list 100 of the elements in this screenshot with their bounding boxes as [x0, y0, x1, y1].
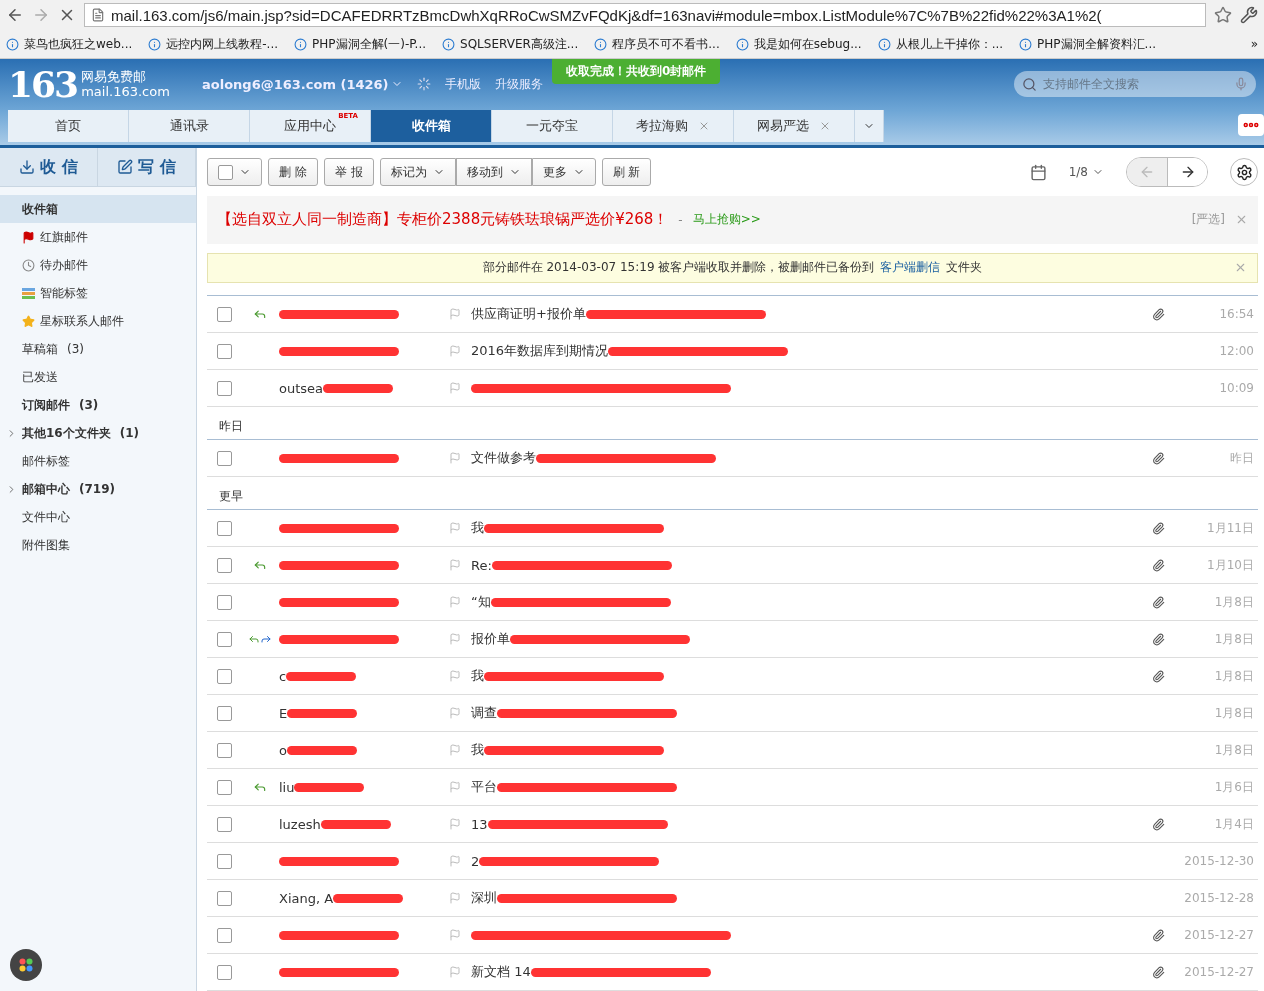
bookmark-item[interactable]: 远控内网上线教程-...: [148, 35, 279, 53]
folder-item[interactable]: 附件图集: [0, 531, 196, 559]
row-checkbox[interactable]: [216, 343, 232, 359]
notice-link[interactable]: 客户端删信: [880, 259, 941, 277]
row-checkbox[interactable]: [216, 964, 232, 980]
forward-icon[interactable]: [32, 6, 50, 24]
nav-tab[interactable]: 一元夺宝: [492, 110, 613, 142]
email-row[interactable]: 文件做参考 昨日: [207, 440, 1258, 477]
folder-item[interactable]: 邮件标签: [0, 447, 196, 475]
more-menu-icon[interactable]: [1238, 114, 1264, 136]
nav-tab[interactable]: 收件箱: [371, 110, 492, 142]
flag-outline-icon[interactable]: [449, 382, 461, 394]
bookmark-item[interactable]: PHP漏洞全解资料汇...: [1019, 35, 1157, 53]
toolbar-button[interactable]: 移动到: [455, 158, 532, 186]
row-checkbox[interactable]: [216, 779, 232, 795]
row-checkbox[interactable]: [216, 594, 232, 610]
nav-tab[interactable]: 首页: [8, 110, 129, 142]
row-checkbox[interactable]: [216, 668, 232, 684]
flag-outline-icon[interactable]: [449, 633, 461, 645]
email-row[interactable]: 2 2015-12-30: [207, 843, 1258, 880]
search-field[interactable]: 支持邮件全文搜索: [1041, 76, 1230, 92]
row-checkbox[interactable]: [216, 557, 232, 573]
email-row[interactable]: E 调查 1月8日: [207, 695, 1258, 732]
folder-item[interactable]: 草稿箱 (3): [0, 335, 196, 363]
email-row[interactable]: 供应商证明+报价单 16:54: [207, 296, 1258, 333]
toolbar-button[interactable]: 删 除: [268, 158, 318, 186]
close-icon[interactable]: [698, 120, 710, 132]
receive-button[interactable]: 收 信: [0, 148, 98, 186]
search-bar[interactable]: 支持邮件全文搜索: [1014, 71, 1256, 97]
apps-icon[interactable]: [10, 949, 42, 981]
toolbar-button[interactable]: 举 报: [323, 158, 374, 186]
select-all-dropdown[interactable]: [207, 158, 262, 186]
folder-item[interactable]: 星标联系人邮件: [0, 307, 196, 335]
flag-outline-icon[interactable]: [449, 345, 461, 357]
email-row[interactable]: o 我 1月8日: [207, 732, 1258, 769]
row-checkbox[interactable]: [216, 306, 232, 322]
email-row[interactable]: 我 1月11日: [207, 510, 1258, 547]
next-page-button[interactable]: [1167, 158, 1207, 186]
row-checkbox[interactable]: [216, 520, 232, 536]
settings-icon[interactable]: [1240, 6, 1258, 24]
folder-item[interactable]: 文件中心: [0, 503, 196, 531]
bookmark-item[interactable]: 从根儿上干掉你：...: [877, 35, 1004, 53]
row-checkbox[interactable]: [216, 890, 232, 906]
more-bookmarks[interactable]: »: [1250, 37, 1258, 51]
toolbar-button[interactable]: 更多: [531, 158, 596, 186]
folder-item[interactable]: 已发送: [0, 363, 196, 391]
row-checkbox[interactable]: [216, 705, 232, 721]
toolbar-button[interactable]: 刷 新: [601, 158, 652, 186]
row-checkbox[interactable]: [216, 380, 232, 396]
back-icon[interactable]: [6, 6, 24, 24]
email-row[interactable]: c 我 1月8日: [207, 658, 1258, 695]
flag-outline-icon[interactable]: [449, 744, 461, 756]
row-checkbox[interactable]: [216, 742, 232, 758]
email-row[interactable]: Xiang, A 深圳 2015-12-28: [207, 880, 1258, 917]
row-checkbox[interactable]: [216, 450, 232, 466]
email-row[interactable]: luzesh 13 1月4日: [207, 806, 1258, 843]
nav-tab[interactable]: 网易严选: [734, 110, 855, 142]
folder-item[interactable]: 待办邮件: [0, 251, 196, 279]
flag-outline-icon[interactable]: [449, 670, 461, 682]
row-checkbox[interactable]: [216, 927, 232, 943]
flag-outline-icon[interactable]: [449, 522, 461, 534]
flag-outline-icon[interactable]: [449, 781, 461, 793]
row-checkbox[interactable]: [216, 853, 232, 869]
toolbar-button[interactable]: 标记为: [379, 158, 456, 186]
bookmark-item[interactable]: 我是如何在sebug...: [735, 35, 862, 53]
close-icon[interactable]: [819, 120, 831, 132]
folder-item[interactable]: 智能标签: [0, 279, 196, 307]
flag-outline-icon[interactable]: [449, 596, 461, 608]
page-selector[interactable]: 1/8: [1068, 165, 1104, 179]
calendar-icon[interactable]: [1029, 163, 1047, 181]
email-row[interactable]: Re: 1月10日: [207, 547, 1258, 584]
email-row[interactable]: “知 1月8日: [207, 584, 1258, 621]
flag-outline-icon[interactable]: [449, 559, 461, 571]
bookmark-item[interactable]: 程序员不可不看书...: [594, 35, 720, 53]
email-row[interactable]: 2016年数据库到期情况 12:00: [207, 333, 1258, 370]
folder-item[interactable]: 其他16个文件夹 (1): [0, 419, 196, 447]
row-checkbox[interactable]: [216, 631, 232, 647]
flag-outline-icon[interactable]: [449, 452, 461, 464]
row-checkbox[interactable]: [216, 816, 232, 832]
flag-outline-icon[interactable]: [449, 707, 461, 719]
nav-tab[interactable]: 考拉海购: [613, 110, 734, 142]
flag-outline-icon[interactable]: [449, 818, 461, 830]
buy-link[interactable]: 马上抢购>>: [692, 211, 761, 229]
flag-outline-icon[interactable]: [449, 855, 461, 867]
flag-outline-icon[interactable]: [449, 892, 461, 904]
folder-item[interactable]: 订阅邮件 (3): [0, 391, 196, 419]
bookmark-item[interactable]: PHP漏洞全解(一)-P...: [294, 35, 427, 53]
compose-button[interactable]: 写 信: [98, 148, 196, 186]
bookmark-item[interactable]: 菜鸟也疯狂之web...: [6, 35, 133, 53]
email-row[interactable]: liu 平台 1月6日: [207, 769, 1258, 806]
flag-outline-icon[interactable]: [449, 966, 461, 978]
folder-item[interactable]: 邮箱中心 (719): [0, 475, 196, 503]
folder-item[interactable]: 收件箱: [0, 195, 196, 223]
nav-tab[interactable]: 通讯录: [129, 110, 250, 142]
address-bar[interactable]: mail.163.com/js6/main.jsp?sid=DCAFEDRRTzBmcDwhXqRRoCwSMZvFQdKj&df=163navi#module=mbox.ListModule%7C%7B%22fid%22%3A1%2(: [84, 3, 1206, 27]
flag-outline-icon[interactable]: [449, 308, 461, 320]
flag-outline-icon[interactable]: [449, 929, 461, 941]
email-row[interactable]: outsea 10:09: [207, 370, 1258, 407]
email-row[interactable]: 新文档 14 2015-12-27: [207, 954, 1258, 991]
settings-button[interactable]: [1230, 158, 1258, 186]
